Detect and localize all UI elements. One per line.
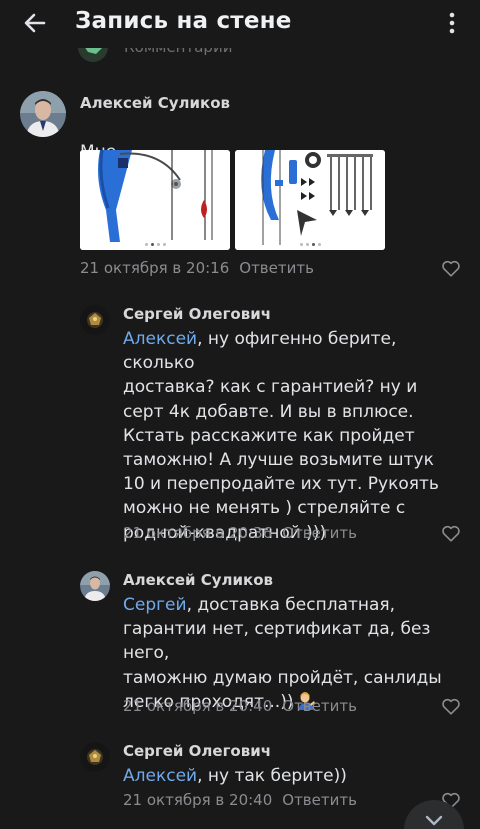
attached-photo[interactable] [80,150,230,250]
comment-text: Алексей, ну так берите)) [123,764,468,788]
comment-author[interactable]: Алексей Суликов [123,571,273,589]
like-heart-icon[interactable] [440,522,462,544]
comment-author[interactable]: Алексей Суликов [80,94,230,112]
back-button[interactable] [18,6,52,40]
comment-meta: 21 октября в 20:40 Ответить [123,791,357,809]
comment-date: 21 октября в 20:40 [123,697,273,715]
comment-meta: 21 октября в 20:16 Ответить [80,259,314,277]
chevron-down-icon [425,815,443,826]
comment-text: Сергей, доставка бесплатная, гарантии не… [123,593,468,714]
avatar[interactable] [80,742,110,772]
attached-photo[interactable] [235,150,385,250]
avatar[interactable] [80,305,110,335]
comment-text-body: , ну так берите)) [197,766,347,786]
comment-text: Алексей, ну офигенно берите, сколько дос… [123,327,468,545]
like-heart-icon[interactable] [440,257,462,279]
photo-pager [235,243,385,246]
mention-link[interactable]: Сергей [123,595,187,615]
comment-meta: 21 октября в 20:36 Ответить [123,524,357,542]
reply-button[interactable]: Ответить [282,791,357,809]
top-bar: Запись на стене [0,0,480,48]
mention-link[interactable]: Алексей [123,329,197,349]
avatar[interactable] [20,91,66,137]
photo-pager [80,243,230,246]
comment-text-body: , ну офигенно берите, сколько доставка? … [123,329,439,543]
reply-button[interactable]: Ответить [282,697,357,715]
like-heart-icon[interactable] [440,695,462,717]
comment-author[interactable]: Сергей Олегович [123,305,271,323]
avatar[interactable] [80,571,110,601]
arrow-left-icon [24,13,46,33]
bow-photo-image [80,150,230,250]
more-menu-button[interactable] [440,6,464,40]
bow-kit-photo-image [235,150,385,250]
reply-button[interactable]: Ответить [282,524,357,542]
comment-date: 21 октября в 20:36 [123,524,273,542]
reply-button[interactable]: Ответить [239,259,314,277]
comment-author[interactable]: Сергей Олегович [123,742,271,760]
mention-link[interactable]: Алексей [123,766,197,786]
comment-date: 21 октября в 20:40 [123,791,273,809]
page-title: Запись на стене [75,8,292,34]
comment-date: 21 октября в 20:16 [80,259,230,277]
comment-meta: 21 октября в 20:40 Ответить [123,697,357,715]
more-vertical-icon [449,12,455,34]
